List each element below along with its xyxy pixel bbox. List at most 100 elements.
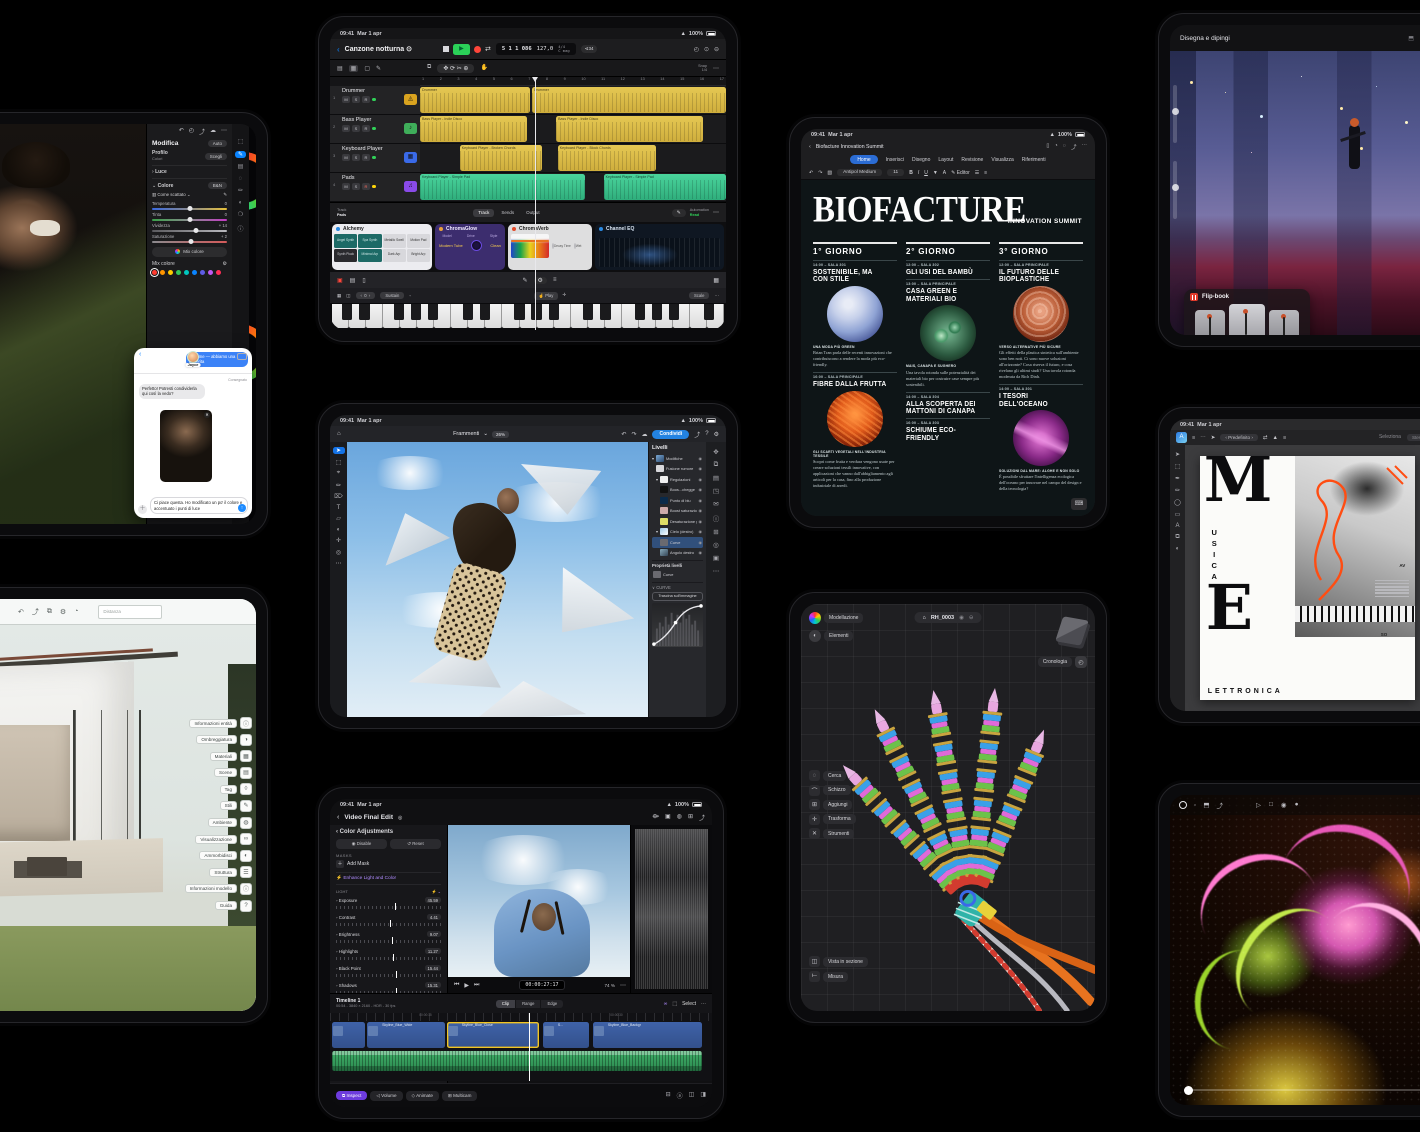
layer-visibility-icon[interactable]: ◉ [699,498,703,503]
eyedropper-icon[interactable]: ✎ [223,192,227,198]
slider-thumb[interactable] [189,239,194,244]
settings-icon[interactable]: ⚙ [714,431,719,438]
color-dot[interactable] [168,270,173,275]
stop-icon[interactable]: □ [1269,801,1273,809]
panel-button-visualizzazione[interactable]: Visualizzazione∞ [195,833,252,845]
play-mode-button[interactable]: ☝ Play [534,292,559,300]
adjust-slider[interactable]: ◦ Black Point15.44 [336,965,441,977]
back-icon[interactable]: ‹ [337,45,340,54]
song-title[interactable]: Canzone notturna ⊙ [345,45,412,53]
back-icon[interactable]: ‹ [809,144,811,150]
layer-visibility-icon[interactable]: ◉ [699,519,703,524]
plugin-chromaglow[interactable]: ChromaGlow ModelDriveStyle Modern Tube C… [435,224,505,270]
drag-image-button[interactable]: Trascina sull'immagine [652,592,703,601]
panel-button-struttura[interactable]: Struttura☰ [209,866,252,878]
af-tool-icon[interactable]: ⬚ [1175,463,1181,470]
ps-tool-icon[interactable]: ◎ [336,549,341,556]
timeline-playhead[interactable] [529,1013,530,1081]
viewer[interactable] [448,825,632,977]
warn-icon[interactable]: ▲ [1273,435,1278,441]
menu-icon[interactable]: ≡ [1192,435,1195,441]
layer-row[interactable]: ▾Regolazioni◉ [652,474,703,485]
ps-tool-icon[interactable]: ⋯ [336,560,342,567]
slider-ticks[interactable] [336,922,441,926]
tool-vista-in-sezione[interactable]: ◫Vista in sezione [809,956,868,967]
black-key[interactable] [531,304,541,320]
timeline-clip[interactable]: Skyline_Blue_Backgr [593,1022,702,1048]
editor-view-icon[interactable]: ▢ [364,65,370,72]
import-icon[interactable]: ⊞ [688,813,693,822]
send-button[interactable]: ↑ [238,504,246,512]
material-icon[interactable]: ● [1295,801,1299,809]
share-icon[interactable]: ⤴ [1071,143,1077,151]
midi-region[interactable]: Keyboard Player - Simple Pad [604,174,726,200]
message-input[interactable]: Ci piace questa. Ho modificato un po' il… [150,497,248,514]
ps-tool-icon[interactable]: T [337,505,341,511]
visibility-icon[interactable]: ◉ [959,615,964,621]
editor-button[interactable]: ✎ Editor [951,170,970,176]
timeline-scrubber[interactable] [1187,1089,1420,1091]
track-row[interactable]: 4PadsMSR♫Keyboard Player - Simple PadKey… [330,173,726,202]
black-key[interactable] [411,304,421,320]
inspector-tab-output[interactable]: Output [521,209,545,217]
ribbon-tab-revisione[interactable]: Revisione [961,157,983,163]
bold-button[interactable]: B [909,170,913,176]
mic-icon[interactable]: ◍ [677,813,682,822]
project-title[interactable]: Video Final Edit [344,814,393,821]
mini-keys-icon[interactable]: ▦ [713,277,719,284]
tool-volume[interactable]: ◁ Volume [370,1091,402,1101]
ps-panel-icon[interactable]: ✉ [713,500,718,508]
layer-visibility-icon[interactable]: ◉ [699,456,703,461]
layer-row[interactable]: ▾Cielo (destro)◉ [652,527,703,538]
export-icon[interactable]: ⤴ [32,607,39,617]
preset-cell[interactable]: Spa Synth [358,234,381,248]
frame-thumb[interactable] [1195,310,1225,335]
disable-button[interactable]: ◉ Disable [336,839,387,849]
tool-multicam[interactable]: ⊞ Multicam [442,1091,478,1101]
layer-row[interactable]: Boos...chegge◉ [652,485,703,496]
light-section[interactable]: › Luce [152,169,167,175]
curves-editor[interactable] [652,603,703,647]
color-dot[interactable] [192,270,197,275]
document-pill[interactable]: ⌂ RH_0003 ◉ ⊖ [915,612,982,623]
black-key[interactable] [463,304,473,320]
slider-thumb[interactable] [393,954,394,961]
masking-icon[interactable]: ◐ [239,200,243,206]
plugin-channel-eq[interactable]: Channel EQ [595,224,724,270]
panel-button-tag[interactable]: Tag◊ [220,783,252,795]
plugin-alchemy[interactable]: Alchemy Angel SynthSpa SynthMetallic Swe… [332,224,432,270]
search-icon[interactable]: ◌ [1063,143,1066,151]
piano-keyboard[interactable] [330,303,726,330]
ps-tool-icon[interactable]: ➤ [333,447,345,454]
back-icon[interactable]: ‹ [139,351,141,358]
flipbook-panel[interactable]: Flip-book [1184,289,1310,335]
cloud-icon[interactable]: ☁ [210,127,216,136]
link-clips-icon[interactable]: ∞ [664,1001,668,1007]
modellazione-chip[interactable]: Modellazione [809,612,863,624]
more-icon[interactable]: ⋯ [1200,435,1206,441]
layer-visibility-icon[interactable]: ◉ [699,477,703,482]
black-key[interactable] [652,304,662,320]
tool-schizzo[interactable]: ⌒Schizzo [809,785,851,796]
photoshop-canvas[interactable] [347,442,650,717]
model-value[interactable]: Modern Tube [439,243,463,248]
more-icon[interactable]: ⋯ [713,209,719,216]
tool-misura[interactable]: ⟝Misura [809,971,848,982]
enhance-button[interactable]: ⚡ Enhance Light and Color [336,872,441,885]
ps-panel-icon[interactable]: ⓘ [713,513,720,523]
slider-track[interactable] [152,219,227,221]
share-icon[interactable]: ⤴ [199,127,205,136]
distance-field[interactable]: Distanza [98,605,162,619]
photo-canvas[interactable] [0,124,146,524]
black-key[interactable] [704,304,714,320]
slider-thumb[interactable] [193,228,198,233]
ps-tool-icon[interactable]: ⌦ [334,493,342,500]
home-icon[interactable]: ⌂ [337,431,341,437]
slider-track[interactable] [152,230,227,232]
redo-icon[interactable]: ↷ [631,431,636,438]
split-icon[interactable]: ◫ [689,1091,695,1100]
panel-button-ammorbidisci[interactable]: Ammorbidisci◐ [199,850,252,862]
grab-icon[interactable]: ✋ [480,64,487,73]
mode-range[interactable]: Range [516,1000,540,1008]
color-dot[interactable] [152,270,157,275]
